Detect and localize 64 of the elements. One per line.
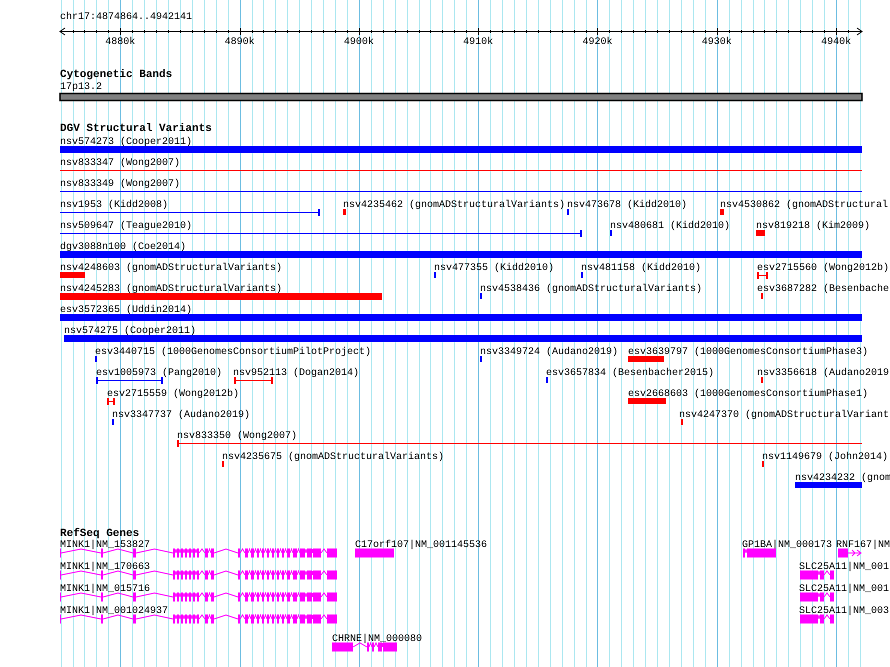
variant-label: nsv1149679 (John2014) xyxy=(762,452,888,463)
gene-label: SLC25A11|NM_001 xyxy=(799,562,890,573)
variant-label: esv3440715 (1000GenomesConsortiumPilotProject) xyxy=(95,347,372,358)
variant-label: nsv1953 (Kidd2008) xyxy=(60,200,168,211)
variant-label: esv2715560 (Wong2012b) xyxy=(757,263,890,274)
variant-label: esv2715559 (Wong2012b) xyxy=(107,389,240,400)
variant-label: esv3657834 (Besenbacher2015) xyxy=(546,368,714,379)
gene-label: SLC25A11|NM_003 xyxy=(799,606,890,617)
gene-label: MINK1|NM_170663 xyxy=(60,562,150,573)
gene-model-drawing xyxy=(838,548,862,558)
variant-label: nsv477355 (Kidd2010) xyxy=(434,263,554,274)
variant-label: esv2668603 (1000GenomesConsortiumPhase1) xyxy=(628,389,868,400)
gene-label: GP1BA|NM_000173 xyxy=(742,540,832,551)
gene-label: CHRNE|NM_000080 xyxy=(332,634,422,645)
variant-label: nsv4245283 (gnomADStructuralVariants) xyxy=(60,284,282,295)
axis-tick-label: 4900k xyxy=(344,37,374,48)
variant-label: nsv4248603 (gnomADStructuralVariants) xyxy=(60,263,282,274)
track-title: Cytogenetic Bands xyxy=(60,69,172,81)
variant-label: nsv480681 (Kidd2010) xyxy=(610,221,730,232)
variant-label: nsv509647 (Teague2010) xyxy=(60,221,192,232)
variant-label: nsv833350 (Wong2007) xyxy=(177,431,298,442)
gene-label: MINK1|NM_153827 xyxy=(60,540,150,551)
axis-tick-label: 4940k xyxy=(821,37,852,48)
gene-model-drawing xyxy=(800,592,834,602)
variant-label: esv3687282 (Besenbache xyxy=(757,284,890,295)
axis-tick-label: 4920k xyxy=(582,37,612,48)
variant-label: nsv3349724 (Audano2019) xyxy=(480,347,618,358)
gene-model-drawing xyxy=(332,642,397,652)
gene-label: SLC25A11|NM_001 xyxy=(799,584,890,595)
variant-label: nsv3356618 (Audano2019 xyxy=(757,368,890,379)
variant-label: nsv4235462 (gnomADStructuralVariants) xyxy=(343,200,566,211)
variant-label: nsv574275 (Cooper2011) xyxy=(64,326,196,337)
variant-label: dgv3088n100 (Coe2014) xyxy=(60,242,186,253)
gene-label: C17orf107|NM_001145536 xyxy=(355,540,488,551)
variant-label: nsv4530862 (gnomADStructural xyxy=(720,200,888,211)
gene-label: MINK1|NM_015716 xyxy=(60,584,150,595)
variant-label: nsv4235675 (gnomADStructuralVariants) xyxy=(222,452,444,463)
variant-label: nsv481158 (Kidd2010) xyxy=(581,263,702,274)
variant-label: esv3572365 (Uddin2014) xyxy=(60,305,192,316)
track-title: RefSeq Genes xyxy=(60,528,140,540)
variant-label: nsv4538436 (gnomADStructuralVariants) xyxy=(480,284,702,295)
axis-tick-label: 4910k xyxy=(463,37,494,48)
variant-label: nsv473678 (Kidd2010) xyxy=(567,200,688,211)
band-label: 17p13.2 xyxy=(60,82,102,93)
variant-label: nsv574273 (Cooper2011) xyxy=(60,137,192,148)
variant-label: nsv819218 (Kim2009) xyxy=(756,221,870,232)
gene-model-drawing xyxy=(800,570,834,580)
variant-label: nsv952113 (Dogan2014) xyxy=(233,368,360,379)
variant-label: nsv4247370 (gnomADStructuralVariant xyxy=(679,410,890,421)
variant-label: nsv833347 (Wong2007) xyxy=(60,158,180,169)
gene-model-drawing xyxy=(743,548,776,558)
variant-label: esv1005973 (Pang2010) xyxy=(96,368,222,379)
axis-tick-label: 4930k xyxy=(702,37,732,48)
gene-model-drawing xyxy=(800,614,834,624)
axis-tick-label: 4880k xyxy=(105,37,136,48)
variant-label: nsv833349 (Wong2007) xyxy=(60,179,180,190)
axis-tick-label: 4890k xyxy=(224,37,255,48)
region-label: chr17:4874864..4942141 xyxy=(60,12,192,23)
variant-label: nsv3347737 (Audano2019) xyxy=(112,410,250,421)
track-title: DGV Structural Variants xyxy=(60,123,212,135)
gene-model-drawing xyxy=(355,548,394,558)
gene-label: RNF167|NM xyxy=(836,540,890,551)
gene-label: MINK1|NM_001024937 xyxy=(60,606,168,617)
variant-label: esv3639797 (1000GenomesConsortiumPhase3) xyxy=(628,347,868,358)
